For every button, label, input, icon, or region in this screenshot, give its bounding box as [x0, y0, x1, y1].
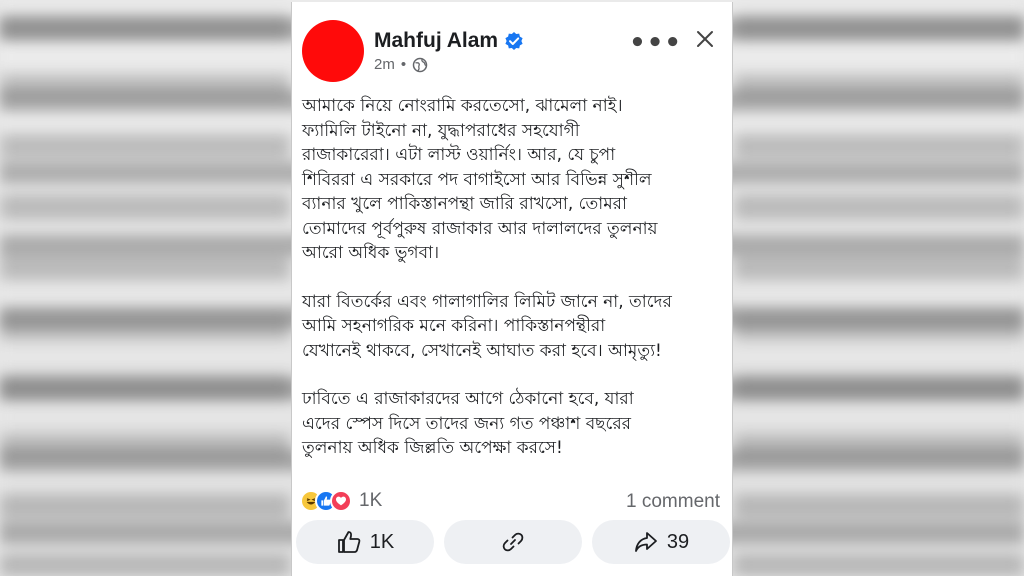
meta-separator: • [400, 56, 407, 73]
link-icon [502, 532, 524, 552]
post-paragraph-1: আমাকে নিয়ে নোংরামি করতেসো, ঝামেলা নাই। … [302, 96, 658, 263]
love-icon [330, 490, 352, 512]
close-icon[interactable] [694, 28, 716, 50]
more-options-icon[interactable]: ••• [629, 28, 682, 58]
author-row: Mahfuj Alam [374, 29, 524, 53]
post-time[interactable]: 2m [374, 56, 395, 73]
reaction-count[interactable]: 1K [359, 490, 382, 512]
post-paragraph-2: যারা বিতর্কের এবং গালাগালির লিমিট জানে ন… [302, 291, 672, 361]
avatar[interactable] [302, 20, 364, 82]
post-card: Mahfuj Alam 2m • ••• আমাকে নিয়ে নোংরামি… [291, 2, 733, 576]
copy-link-button[interactable] [444, 520, 582, 564]
post-meta: 2m • [374, 56, 428, 73]
blurred-background-left [0, 0, 290, 576]
globe-icon [412, 57, 428, 72]
post-body: আমাকে নিয়ে নোংরামি করতেসো, ঝামেলা নাই। … [302, 94, 727, 485]
comment-count[interactable]: 1 comment [626, 491, 720, 513]
share-count: 39 [666, 530, 690, 553]
like-button[interactable]: 1K [296, 520, 434, 564]
action-bar: 1K 39 [296, 520, 730, 564]
share-button[interactable]: 39 [592, 520, 730, 564]
reactions-summary[interactable]: 1K [300, 490, 382, 512]
thumbs-up-icon [337, 531, 361, 553]
blurred-background-right [734, 0, 1024, 576]
post-paragraph-3: ঢাবিতে এ রাজাকারদের আগে ঠেকানো হবে, যারা… [302, 389, 634, 458]
author-name[interactable]: Mahfuj Alam [374, 29, 498, 53]
share-arrow-icon [634, 532, 657, 552]
verified-badge-icon [505, 32, 523, 50]
like-count: 1K [369, 530, 395, 553]
